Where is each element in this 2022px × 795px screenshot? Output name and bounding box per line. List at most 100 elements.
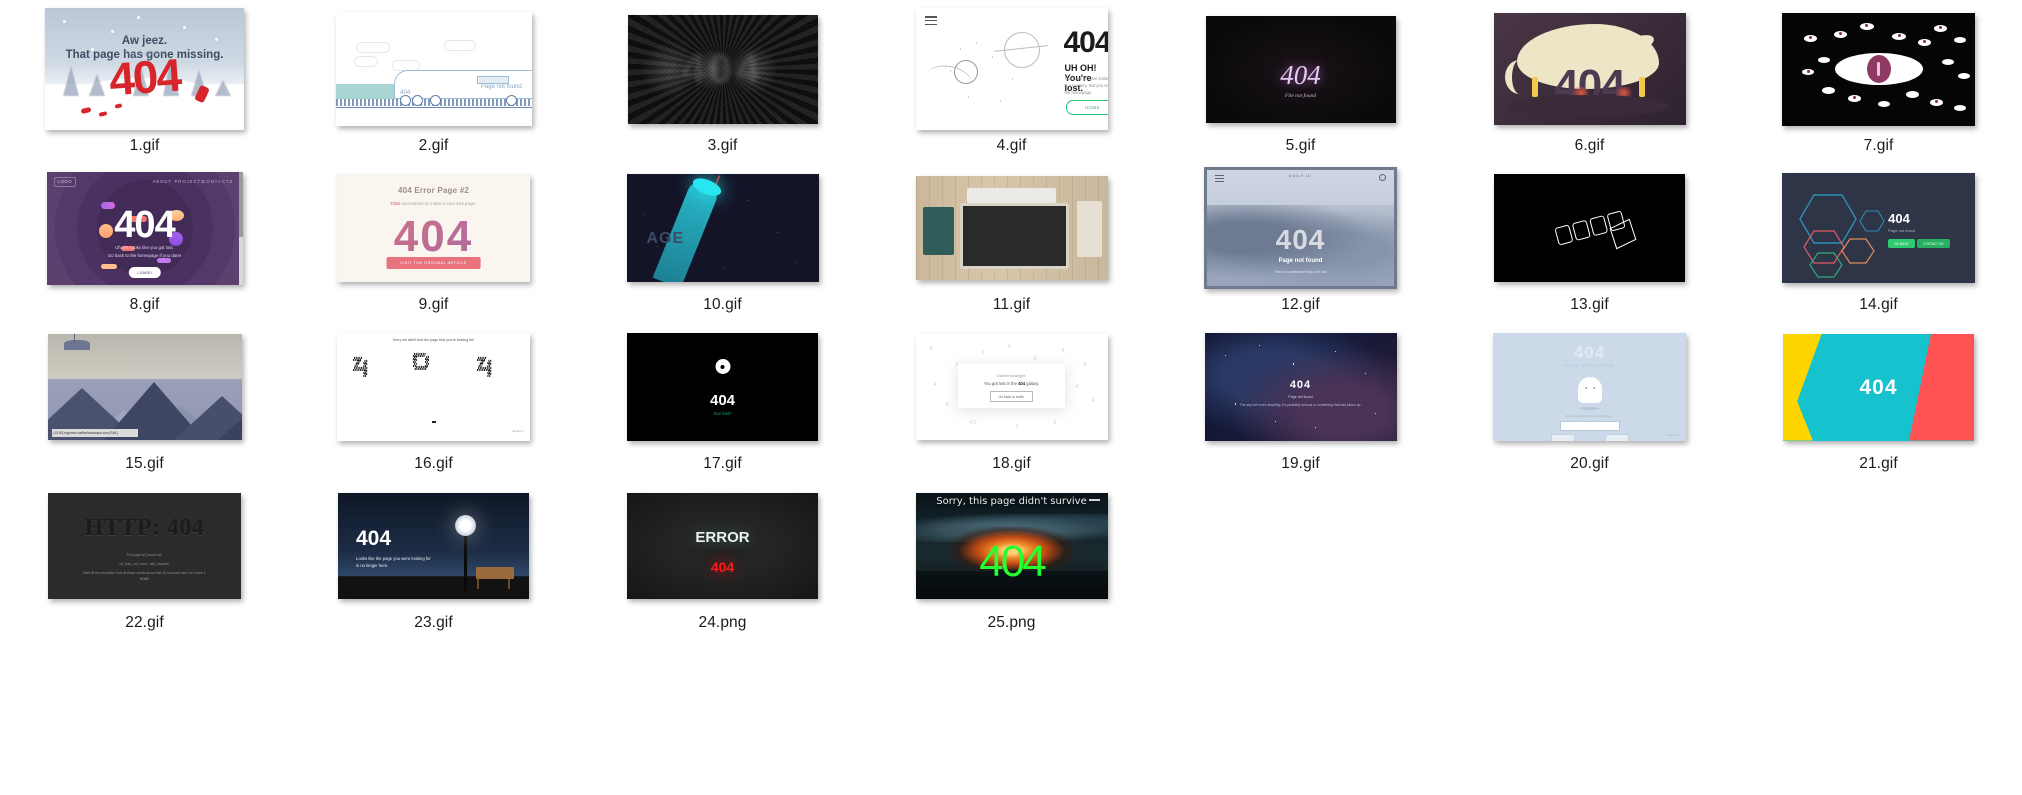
hamburger-icon[interactable] — [1215, 175, 1224, 182]
file-name: 17.gif — [703, 455, 742, 472]
go-back-button[interactable]: GO BACK — [1888, 239, 1915, 248]
go-back-button[interactable]: Go back to earth. — [990, 391, 1033, 403]
error-subtitle: Page not found — [1288, 395, 1313, 399]
error-paragraph: The page url_found not. url_less_not_exi… — [83, 553, 206, 575]
nav-about[interactable]: ABOUT — [153, 179, 172, 184]
file-item-21[interactable]: 404 21.gif — [1734, 326, 2022, 485]
file-item-22[interactable]: HTTP: 404 The page url_found not. url_le… — [0, 485, 289, 644]
file-item-19[interactable]: 404 Page not found The sky isn't even an… — [1156, 326, 1445, 485]
card-line2: You got lost in the 404 galaxy. — [983, 381, 1040, 387]
original-article-button[interactable]: VISIT THE ORIGINAL ARTICLE — [386, 257, 481, 269]
file-item-18[interactable]: 4 0 0 4 0 4 4 4 4 4.0 0 0 4 4 Danzel str… — [867, 326, 1156, 485]
grid-row: LOGO ABOUT PROJECTS CONTACTS 404 Uh oh! … — [0, 167, 2022, 326]
hamburger-icon — [924, 16, 937, 27]
file-item-20[interactable]: 404 PAGE NOT FOUND Boo! Looks like a gho… — [1445, 326, 1734, 485]
file-item-12[interactable]: DAILY UI 404 Page not found Tried to und… — [1156, 167, 1445, 326]
error-number: 404 — [681, 44, 764, 92]
file-item-13[interactable]: 13.gif — [1445, 167, 1734, 326]
contact-us-button[interactable]: CONTACT US — [1917, 239, 1950, 248]
file-name: 15.gif — [125, 455, 164, 472]
thumbnail-9[interactable]: 404 Error Page #2 CSS animations to make… — [289, 167, 578, 289]
file-item-16[interactable]: Sorry we didn't find the page that you'r… — [289, 326, 578, 485]
file-item-2[interactable]: Page not found. 404 2.gif — [289, 8, 578, 167]
thumbnail-25[interactable]: Sorry, this page didn't survive 404 — [867, 485, 1156, 607]
thumbnail-11[interactable] — [867, 167, 1156, 289]
file-item-14[interactable]: 404 Page not found GO BACK CONTACT US 14… — [1734, 167, 2022, 326]
status-bar: [1/100] mypixels-welike/landscape.com [F… — [51, 429, 138, 437]
file-item-17[interactable]: 404 Got lost? 17.gif — [578, 326, 867, 485]
error-number: ▞▞▞▞▞ ▞▞ ▞▞ ▞▞ ▞▞ ▞▞▞▞▞▞▞▞ ▞▞ ▞▞ — [477, 358, 491, 379]
file-item-8[interactable]: LOGO ABOUT PROJECTS CONTACTS 404 Uh oh! … — [0, 167, 289, 326]
scrollbar[interactable] — [238, 171, 243, 285]
thumbnail-2[interactable]: Page not found. 404 — [289, 8, 578, 130]
thumbnail-19[interactable]: 404 Page not found The sky isn't even an… — [1156, 326, 1445, 448]
error-message: Uh oh! Looks like you got lost. Go back … — [107, 244, 182, 258]
home-button[interactable]: HOME — [1065, 100, 1108, 115]
file-name: 23.gif — [414, 614, 453, 631]
file-item-15[interactable]: [1/100] mypixels-welike/landscape.com [F… — [0, 326, 289, 485]
file-name: 9.gif — [418, 296, 449, 313]
thumbnail-24[interactable]: ERROR 404 — [578, 485, 867, 607]
error-number: 404 — [1275, 224, 1326, 255]
dare-button[interactable]: I DARE! — [128, 266, 161, 278]
thumbnail-23[interactable]: 404 Looks like the page you were looking… — [289, 485, 578, 607]
file-item-24[interactable]: ERROR 404 24.png — [578, 485, 867, 644]
error-number: 404 — [1573, 343, 1606, 362]
thumbnail-5[interactable]: 404 File not found — [1156, 8, 1445, 130]
thumbnail-image-5: 404 File not found — [1205, 15, 1396, 123]
file-name: 7.gif — [1863, 137, 1894, 154]
file-item-25[interactable]: Sorry, this page didn't survive 404 25.p… — [867, 485, 1156, 644]
file-item-9[interactable]: 404 Error Page #2 CSS animations to make… — [289, 167, 578, 326]
thumbnail-16[interactable]: Sorry we didn't find the page that you'r… — [289, 326, 578, 448]
file-name: 2.gif — [418, 137, 449, 154]
file-item-11[interactable]: 11.gif — [867, 167, 1156, 326]
error-message: Looks like the page you were looking for… — [356, 556, 431, 569]
home-button[interactable] — [1605, 434, 1629, 441]
thumbnail-17[interactable]: 404 Got lost? — [578, 326, 867, 448]
thumbnail-image-4: 404 UH OH! You're lost. The page you are… — [915, 8, 1108, 130]
thumbnail-3[interactable]: 404 — [578, 8, 867, 130]
thumbnail-18[interactable]: 4 0 0 4 0 4 4 4 4 4.0 0 0 4 4 Danzel str… — [867, 326, 1156, 448]
thumbnail-22[interactable]: HTTP: 404 The page url_found not. url_le… — [0, 485, 289, 607]
error-number: 404 — [1063, 26, 1108, 59]
file-name: 3.gif — [707, 137, 738, 154]
thumbnail-21[interactable]: 404 — [1734, 326, 2022, 448]
file-item-5[interactable]: 404 File not found 5.gif — [1156, 8, 1445, 167]
error-subtitle[interactable]: Got lost? — [627, 411, 818, 416]
search-input[interactable] — [1559, 421, 1620, 431]
file-item-3[interactable]: 404 3.gif — [578, 8, 867, 167]
thumbnail-6[interactable]: 404 — [1445, 8, 1734, 130]
file-item-23[interactable]: 404 Looks like the page you were looking… — [289, 485, 578, 644]
file-name: 4.gif — [996, 137, 1027, 154]
file-item-7[interactable]: 7.gif — [1734, 8, 2022, 167]
thumbnail-image-8: LOGO ABOUT PROJECTS CONTACTS 404 Uh oh! … — [46, 171, 243, 285]
thumbnail-20[interactable]: 404 PAGE NOT FOUND Boo! Looks like a gho… — [1445, 326, 1734, 448]
thumbnail-4[interactable]: 404 UH OH! You're lost. The page you are… — [867, 8, 1156, 130]
grid-row: [1/100] mypixels-welike/landscape.com [F… — [0, 326, 2022, 485]
thumbnail-8[interactable]: LOGO ABOUT PROJECTS CONTACTS 404 Uh oh! … — [0, 167, 289, 289]
error-number: 404 — [979, 537, 1046, 586]
grid-row: Aw jeez. That page has gone missing. Fin… — [0, 8, 2022, 167]
thumbnail-14[interactable]: 404 Page not found GO BACK CONTACT US — [1734, 167, 2022, 289]
empty-cell — [1445, 485, 1734, 644]
back-button[interactable] — [1551, 434, 1575, 441]
search-icon[interactable] — [1379, 174, 1386, 181]
nav-projects[interactable]: PROJECTS — [175, 179, 205, 184]
thumbnail-13[interactable] — [1445, 167, 1734, 289]
thumbnail-image-24: ERROR 404 — [627, 493, 818, 599]
error-body: The sky isn't even anything. It's probab… — [1239, 403, 1362, 407]
file-item-1[interactable]: Aw jeez. That page has gone missing. Fin… — [0, 8, 289, 167]
file-item-10[interactable]: AGE 10.gif — [578, 167, 867, 326]
nav-contacts[interactable]: CONTACTS — [203, 179, 234, 184]
thumbnail-7[interactable] — [1734, 8, 2022, 130]
file-item-4[interactable]: 404 UH OH! You're lost. The page you are… — [867, 8, 1156, 167]
thumbnail-image-6: 404 — [1493, 13, 1686, 125]
thumbnail-image-21: 404 — [1783, 333, 1974, 441]
thumbnail-10[interactable]: AGE — [578, 167, 867, 289]
home-link[interactable]: HOME — [48, 577, 241, 581]
thumbnail-12[interactable]: DAILY UI 404 Page not found Tried to und… — [1156, 167, 1445, 289]
scrollbar-thumb[interactable] — [238, 171, 243, 238]
thumbnail-1[interactable]: Aw jeez. That page has gone missing. Fin… — [0, 8, 289, 130]
thumbnail-15[interactable]: [1/100] mypixels-welike/landscape.com [F… — [0, 326, 289, 448]
file-item-6[interactable]: 404 6.gif — [1445, 8, 1734, 167]
